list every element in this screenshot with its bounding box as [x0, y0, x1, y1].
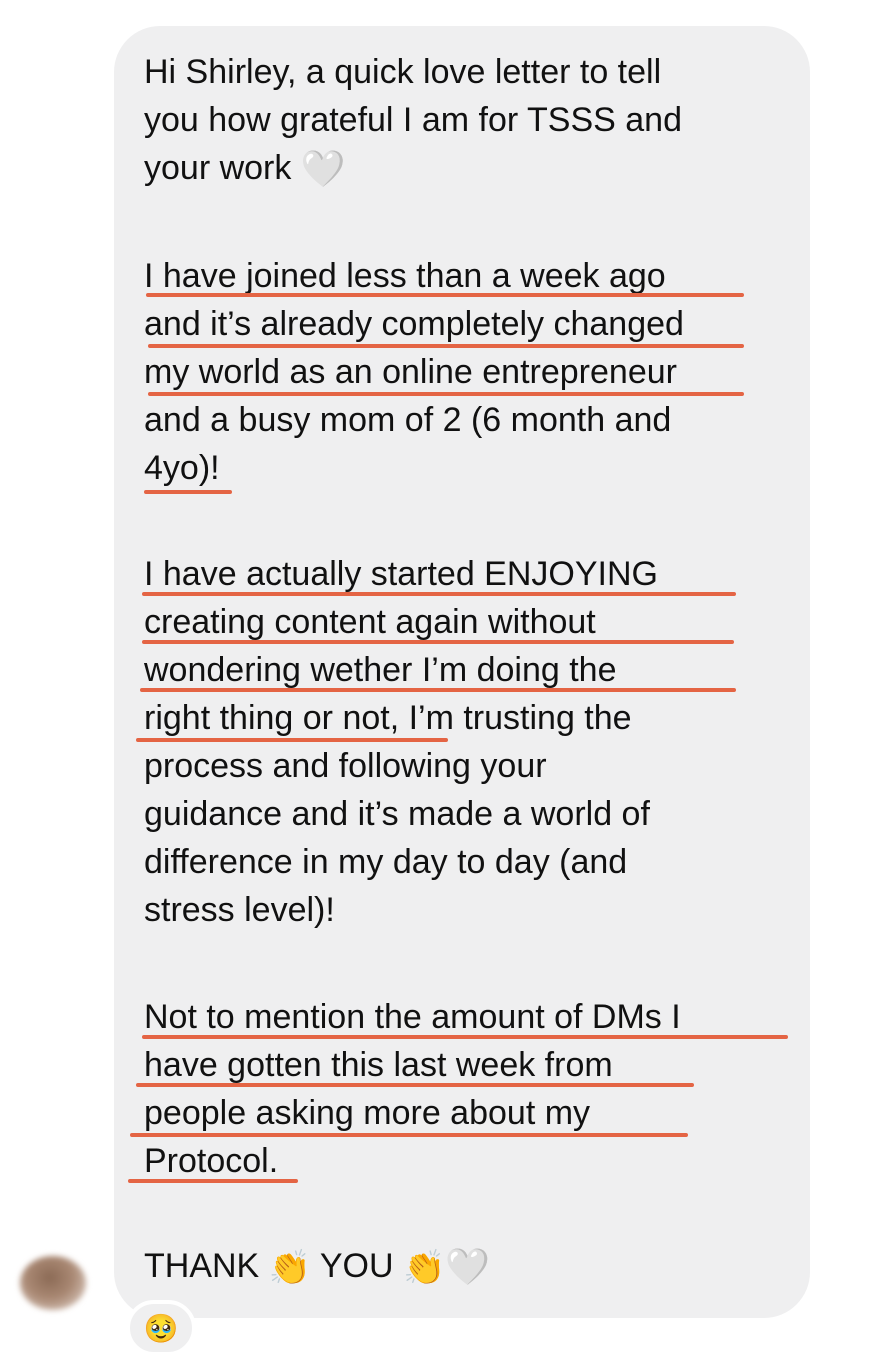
message-text: difference in my day to day (and — [144, 843, 628, 881]
highlight-underline — [130, 1133, 688, 1137]
message-line: stress level)! — [144, 890, 335, 930]
message-text: and it’s already completely changed — [144, 305, 684, 343]
message-line: THANK 👏 YOU 👏🤍 — [144, 1246, 491, 1288]
message-line: guidance and it’s made a world of — [144, 794, 650, 834]
message-text: and a busy mom of 2 (6 month and — [144, 401, 672, 439]
white-heart-icon: 🤍 — [300, 148, 346, 189]
message-text: Not to mention the amount of DMs I — [144, 998, 681, 1036]
message-line: creating content again without — [144, 602, 596, 642]
message-text: right thing or not, I’m trusting the — [144, 699, 632, 737]
message-text: my world as an online entrepreneur — [144, 353, 677, 391]
highlight-underline — [144, 490, 232, 494]
message-text: Hi Shirley, a quick love letter to tell — [144, 53, 662, 91]
highlight-underline — [142, 640, 734, 644]
message-text: your work — [144, 149, 292, 187]
message-text: guidance and it’s made a world of — [144, 795, 650, 833]
message-line: my world as an online entrepreneur — [144, 352, 677, 392]
white-heart-icon: 🤍 — [445, 1246, 491, 1287]
message-text: creating content again without — [144, 603, 596, 641]
message-text: I have joined less than a week ago — [144, 257, 666, 295]
sender-avatar[interactable] — [20, 1256, 86, 1310]
message-line: process and following your — [144, 746, 547, 786]
message-line: have gotten this last week from — [144, 1045, 613, 1085]
message-line: Protocol. — [144, 1141, 278, 1181]
message-text: wondering wether I’m doing the — [144, 651, 617, 689]
message-text: I have actually started ENJOYING — [144, 555, 658, 593]
message-text: have gotten this last week from — [144, 1046, 613, 1084]
message-line: Not to mention the amount of DMs I — [144, 997, 681, 1037]
clapping-hands-icon: 👏 — [268, 1249, 312, 1287]
highlight-underline — [142, 1035, 788, 1039]
message-text: people asking more about my — [144, 1094, 591, 1132]
message-line: wondering wether I’m doing the — [144, 650, 617, 690]
highlight-underline — [148, 392, 744, 396]
message-line: your work 🤍 — [144, 148, 346, 189]
you-text: YOU — [319, 1247, 394, 1285]
highlight-underline — [128, 1179, 298, 1183]
message-line: and it’s already completely changed — [144, 304, 684, 344]
message-line: and a busy mom of 2 (6 month and — [144, 400, 671, 440]
message-line: right thing or not, I’m trusting the — [144, 698, 632, 738]
message-line: I have actually started ENJOYING — [144, 554, 658, 594]
highlight-underline — [142, 592, 736, 596]
highlight-underline — [148, 344, 744, 348]
message-line: Hi Shirley, a quick love letter to tell — [144, 52, 661, 92]
message-text: stress level)! — [144, 891, 335, 929]
message-line: I have joined less than a week ago — [144, 256, 666, 296]
highlight-underline — [140, 688, 736, 692]
highlight-underline — [136, 1083, 694, 1087]
message-text: process and following your — [144, 747, 547, 785]
highlight-underline — [146, 293, 744, 297]
message-text: Protocol. — [144, 1142, 279, 1180]
clapping-hands-icon: 👏 — [403, 1249, 446, 1287]
message-reaction[interactable]: 🥹 — [126, 1300, 196, 1356]
thank-text: THANK — [144, 1247, 260, 1285]
message-text: you how grateful I am for TSSS and — [144, 101, 682, 139]
message-line: 4yo)! — [144, 448, 220, 488]
pleading-face-icon: 🥹 — [143, 1312, 179, 1344]
message-text: 4yo)! — [144, 449, 220, 487]
message-line: you how grateful I am for TSSS and — [144, 100, 682, 140]
message-line: people asking more about my — [144, 1093, 590, 1133]
message-line: difference in my day to day (and — [144, 842, 627, 882]
highlight-underline — [136, 738, 448, 742]
